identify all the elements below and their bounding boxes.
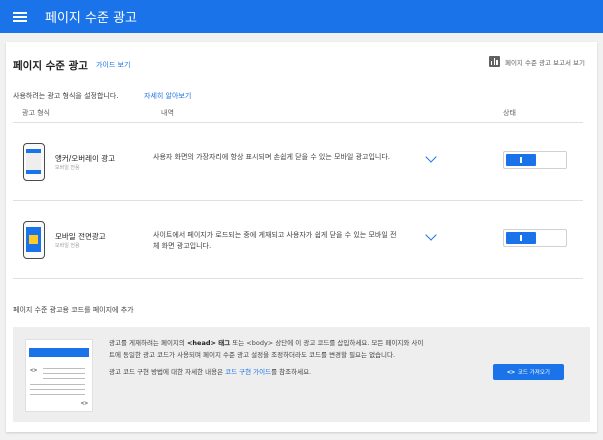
get-code-button[interactable]: <> 코드 가져오기 — [493, 364, 564, 380]
code-bracket-icon: <> — [30, 367, 38, 374]
report-link-label: 페이지 수준 광고 보고서 보기 — [504, 58, 585, 67]
format-name: 모바일 전면광고 — [55, 232, 106, 241]
anchor-phone-icon — [23, 143, 45, 181]
vignette-phone-icon — [23, 221, 45, 259]
status-toggle[interactable] — [503, 229, 567, 247]
format-description: 사이트에서 페이지가 로드되는 중에 게재되고 사용자가 쉽게 닫을 수 있는 … — [153, 231, 397, 250]
table-row: 앵커/오버레이 광고 모바일 전용 사용자 화면의 가장자리에 항상 표시되며 … — [13, 123, 583, 201]
code-icon: <> — [507, 368, 515, 376]
guide-link[interactable]: 가이드 보기 — [96, 60, 130, 70]
status-toggle[interactable] — [503, 151, 567, 169]
main-card: 페이지 수준 광고 가이드 보기 페이지 수준 광고 보고서 보기 사용하려는 … — [6, 42, 597, 432]
row-divider — [13, 278, 583, 279]
format-description: 사용자 화면의 가장자리에 항상 표시되며 손쉽게 닫을 수 있는 모바일 광고… — [153, 153, 390, 161]
column-header-description: 내역 — [161, 109, 174, 117]
code-section-title: 페이지 수준 광고용 코드를 페이지에 추가 — [13, 306, 134, 314]
column-header-format: 광고 형식 — [22, 109, 50, 117]
code-bracket-icon: <> — [80, 400, 88, 407]
instruction-text: 사용하려는 광고 형식을 설정합니다. — [13, 92, 119, 100]
page-title: 페이지 수준 광고 — [13, 60, 88, 72]
code-instruction-line: 광고를 게재하려는 페이지의 <head> 태그 또는 <body> 상단에 이… — [109, 339, 424, 347]
hamburger-menu-icon[interactable] — [13, 11, 27, 22]
toggle-on-indicator — [506, 154, 536, 166]
chevron-down-icon[interactable] — [425, 151, 437, 163]
format-sub: 모바일 전용 — [55, 243, 80, 249]
format-name: 앵커/오버레이 광고 — [55, 154, 116, 163]
code-guide-link[interactable]: 코드 구현 가이드 — [225, 368, 271, 376]
toggle-on-indicator — [506, 232, 536, 244]
table-row: 모바일 전면광고 모바일 전용 사이트에서 페이지가 로드되는 중에 게재되고 … — [13, 201, 583, 279]
code-instruction-line: 트에 동일한 광고 코드가 사용되며 페이지 수준 광고 설정을 조정하더라도 … — [109, 351, 396, 359]
bar-chart-icon — [488, 56, 500, 67]
column-header-status: 상태 — [503, 109, 516, 117]
code-illustration: <> <> — [25, 339, 93, 412]
app-bar-title: 페이지 수준 광고 — [45, 11, 137, 26]
chevron-down-icon[interactable] — [425, 229, 437, 241]
code-panel: <> <> 광고를 게재하려는 페이지의 <head> 태그 또는 <body>… — [13, 327, 590, 422]
get-code-label: 코드 가져오기 — [517, 370, 550, 376]
code-guide-text: 광고 코드 구현 방법에 대한 자세한 내용은 코드 구현 가이드를 참조하세요… — [109, 368, 312, 376]
top-app-bar: 페이지 수준 광고 — [0, 0, 603, 33]
format-sub: 모바일 전용 — [55, 165, 80, 171]
report-link[interactable]: 페이지 수준 광고 보고서 보기 — [488, 56, 585, 67]
learn-more-link[interactable]: 자세히 알아보기 — [144, 91, 191, 101]
